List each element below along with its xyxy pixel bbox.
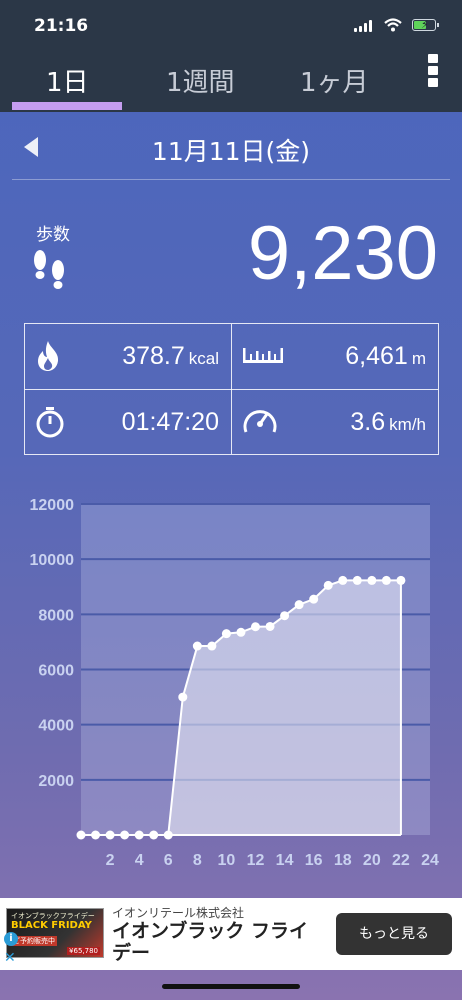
chart-y-tick: 12000 xyxy=(30,497,75,514)
footprints-icon xyxy=(34,250,64,289)
more-menu-icon[interactable] xyxy=(428,54,440,90)
calories-unit: kcal xyxy=(188,349,219,368)
calories-cell: 378.7 kcal xyxy=(25,324,231,389)
ad-title: イオンブラック フライデー xyxy=(112,920,309,964)
chart-point xyxy=(338,575,348,585)
flame-icon xyxy=(38,341,59,371)
steps-count: 9,230 xyxy=(247,211,438,296)
chart-point xyxy=(294,600,304,610)
distance-cell: 6,461 m xyxy=(232,324,438,389)
chart-point xyxy=(134,830,144,840)
chart-x-tick: 2 xyxy=(106,852,115,869)
status-bar: 21:16 ⚡ xyxy=(0,0,462,54)
stopwatch-icon xyxy=(36,407,64,438)
calories-value: 378.7 xyxy=(122,342,185,370)
chart-x-tick: 24 xyxy=(421,852,439,869)
tab-day[interactable]: 1日 xyxy=(46,62,89,99)
ad-close-icon[interactable]: ✕ xyxy=(4,950,16,966)
chart-point xyxy=(251,622,260,632)
chart-y-tick: 8000 xyxy=(38,607,74,624)
chart-point xyxy=(280,611,290,621)
chart-point xyxy=(105,830,115,840)
speed-unit: km/h xyxy=(389,415,426,434)
speedometer-icon xyxy=(243,410,277,433)
chart-point xyxy=(221,629,231,639)
battery-icon: ⚡ xyxy=(412,18,439,31)
chart-x-tick: 20 xyxy=(363,852,381,869)
ad-more-button[interactable]: もっと見る xyxy=(336,913,452,955)
ad-company: イオンリテール株式会社 xyxy=(112,906,245,920)
duration-cell: 01:47:20 xyxy=(25,390,231,455)
chart-x-tick: 14 xyxy=(276,852,294,869)
status-time: 21:16 xyxy=(34,16,89,36)
chart-x-tick: 18 xyxy=(334,852,352,869)
chart-y-tick: 4000 xyxy=(38,718,74,735)
current-date: 11月11日(金) xyxy=(151,137,311,166)
tab-week[interactable]: 1週間 xyxy=(166,62,235,99)
ruler-icon xyxy=(243,348,283,363)
chart-point xyxy=(163,830,173,840)
chart-point xyxy=(178,692,188,702)
metrics-grid: 378.7 kcal 6,461 m 01:47:20 3.6 km/h xyxy=(24,323,439,455)
chart-point xyxy=(323,580,333,590)
chart-y-tick: 2000 xyxy=(38,773,74,790)
speed-cell: 3.6 km/h xyxy=(232,390,438,455)
chart-point xyxy=(265,621,275,631)
wifi-icon xyxy=(384,18,402,32)
chart-point xyxy=(236,627,246,637)
chart-x-tick: 10 xyxy=(218,852,236,869)
chart-x-tick: 8 xyxy=(193,852,202,869)
tab-month[interactable]: 1ヶ月 xyxy=(300,62,369,99)
chart-point xyxy=(381,575,391,585)
date-bar: 11月11日(金) xyxy=(12,120,450,180)
steps-label: 歩数 xyxy=(36,225,70,245)
chart-x-tick: 22 xyxy=(392,852,410,869)
chart-x-tick: 16 xyxy=(305,852,323,869)
chart-point xyxy=(149,830,159,840)
ad-info-icon[interactable]: i xyxy=(4,932,18,946)
chart-point xyxy=(396,575,406,585)
duration-value: 01:47:20 xyxy=(121,408,219,436)
chart-point xyxy=(76,830,86,840)
speed-value: 3.6 xyxy=(350,408,386,436)
chart-point xyxy=(120,830,130,840)
chart-point xyxy=(352,575,362,585)
chart-y-tick: 6000 xyxy=(38,663,74,680)
chart-y-tick: 10000 xyxy=(30,552,75,569)
distance-value: 6,461 xyxy=(345,342,408,370)
ad-banner[interactable]: イオンブラックフライデー BLACK FRIDAY ご予約販売中 ¥65,780… xyxy=(0,898,462,970)
chart-point xyxy=(192,641,202,651)
chart-x-tick: 6 xyxy=(164,852,173,869)
chart-point xyxy=(207,641,217,651)
chart-point xyxy=(91,830,101,840)
active-tab-indicator xyxy=(12,102,122,110)
chart-x-tick: 12 xyxy=(247,852,265,869)
steps-chart: 200040006000800010000120002 4 6 8 10 12 14 16 18… xyxy=(30,497,440,869)
ad-image[interactable]: イオンブラックフライデー BLACK FRIDAY ご予約販売中 ¥65,780 xyxy=(6,908,104,958)
chart-point xyxy=(309,594,319,604)
home-indicator xyxy=(162,984,300,989)
distance-unit: m xyxy=(411,349,426,368)
cellular-signal-icon xyxy=(354,20,374,32)
chart-point xyxy=(367,575,377,585)
chart-x-tick: 4 xyxy=(135,852,144,869)
